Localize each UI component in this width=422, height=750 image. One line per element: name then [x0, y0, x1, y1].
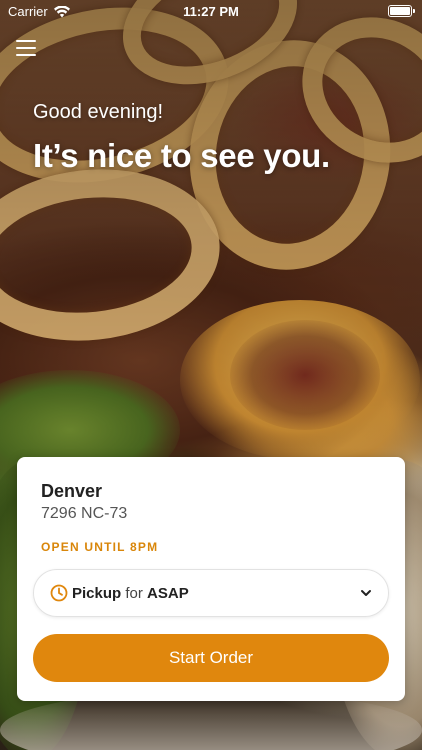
location-card: Denver 7296 NC-73 OPEN UNTIL 8PM Pickup … [17, 457, 405, 701]
order-summary: Pickup for ASAP [72, 585, 189, 602]
hamburger-menu-icon[interactable] [16, 40, 36, 56]
start-order-button[interactable]: Start Order [33, 634, 389, 682]
location-name: Denver [41, 481, 103, 501]
clock-icon [50, 584, 68, 602]
status-bar: Carrier 11:27 PM [0, 0, 422, 22]
status-time: 11:27 PM [183, 4, 239, 19]
chevron-down-icon [360, 587, 372, 599]
location-address: 7296 NC-73 [41, 505, 128, 522]
order-connector: for [125, 584, 143, 602]
order-type-label: Pickup [72, 584, 122, 602]
order-type-selector[interactable]: Pickup for ASAP [33, 569, 389, 617]
greeting-headline: It’s nice to see you. [33, 137, 330, 174]
location-hours: OPEN UNTIL 8PM [41, 540, 159, 554]
battery-icon [388, 5, 415, 17]
greeting-salutation: Good evening! [33, 101, 164, 123]
order-time-label: ASAP [147, 584, 189, 602]
